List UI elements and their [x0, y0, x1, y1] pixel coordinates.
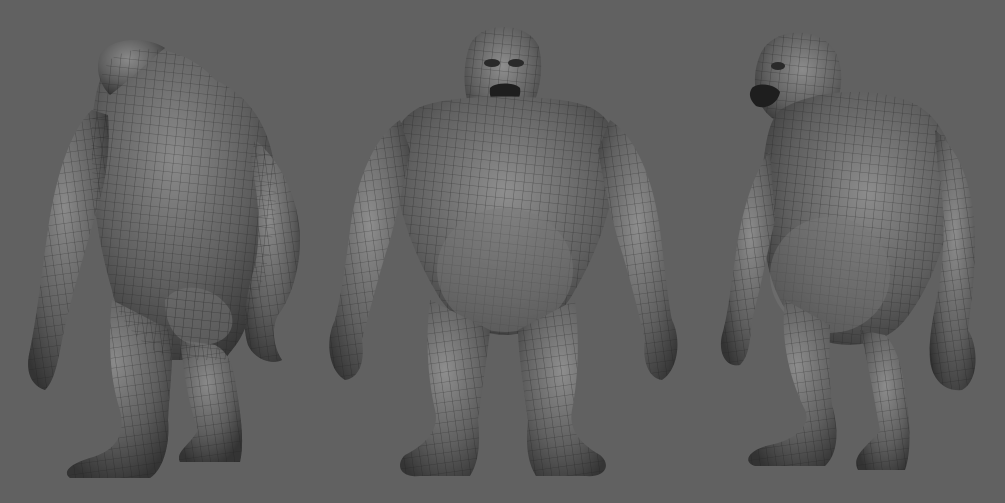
gorilla-side-view [720, 32, 976, 470]
render-viewport [0, 0, 1005, 503]
gorilla-model-render [28, 26, 976, 478]
gorilla-back-view [28, 39, 300, 478]
gorilla-front-view [329, 26, 678, 477]
